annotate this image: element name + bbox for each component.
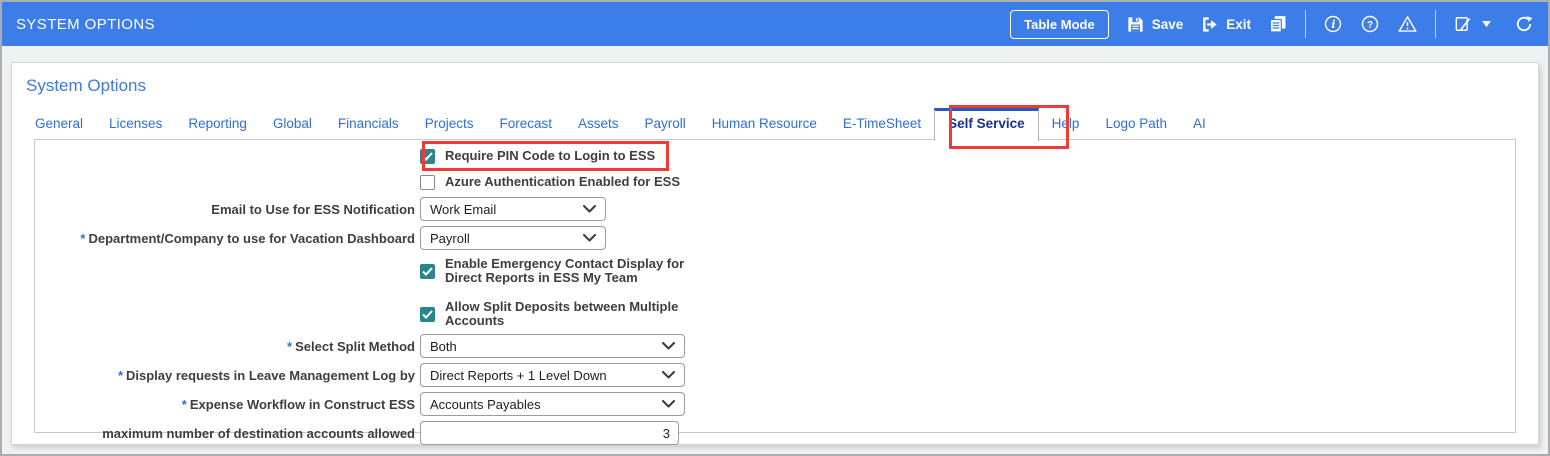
ess-email-label: Email to Use for ESS Notification <box>211 201 415 217</box>
vacation-dept-label: Department/Company to use for Vacation D… <box>88 230 415 246</box>
azure-auth-label: Azure Authentication Enabled for ESS <box>445 174 680 189</box>
edit-dropdown-caret[interactable] <box>1482 21 1491 27</box>
required-marker: * <box>117 367 124 383</box>
titlebar-divider <box>1305 10 1306 38</box>
split-method-label: Select Split Method <box>295 338 415 354</box>
warning-button[interactable] <box>1397 14 1418 34</box>
chevron-down-icon <box>662 342 675 350</box>
row-require-pin: Require PIN Code to Login to ESS <box>35 143 1515 169</box>
svg-text:?: ? <box>1367 20 1373 31</box>
tab-e-timesheet[interactable]: E-TimeSheet <box>830 109 934 140</box>
vacation-dept-value: Payroll <box>430 230 470 246</box>
row-azure-auth: Azure Authentication Enabled for ESS <box>35 171 1515 193</box>
emergency-contact-label: Enable Emergency Contact Display for Dir… <box>445 256 685 285</box>
leave-log-value: Direct Reports + 1 Level Down <box>430 367 607 383</box>
titlebar-divider <box>1435 10 1436 38</box>
refresh-icon <box>1514 14 1534 34</box>
window-title: SYSTEM OPTIONS <box>16 15 155 33</box>
row-ess-email: Email to Use for ESS Notification Work E… <box>35 197 1515 221</box>
save-label: Save <box>1151 16 1184 32</box>
tab-global[interactable]: Global <box>260 109 325 140</box>
self-service-tab-content: Require PIN Code to Login to ESS Azure A… <box>34 139 1516 445</box>
tab-general[interactable]: General <box>22 109 96 140</box>
copy-pages-icon <box>1268 14 1288 34</box>
refresh-button[interactable] <box>1514 14 1534 34</box>
exit-button[interactable]: Exit <box>1200 15 1251 34</box>
exit-icon <box>1200 15 1219 34</box>
tab-projects[interactable]: Projects <box>412 109 487 140</box>
system-options-window: SYSTEM OPTIONS Table Mode Save Exit i ? … <box>0 0 1550 456</box>
row-expense-workflow: * Expense Workflow in Construct ESS Accou… <box>35 392 1515 416</box>
expense-workflow-select[interactable]: Accounts Payables <box>420 392 685 416</box>
check-icon <box>422 266 433 276</box>
tab-assets[interactable]: Assets <box>565 109 632 140</box>
tab-licenses[interactable]: Licenses <box>96 109 175 140</box>
ess-email-select[interactable]: Work Email <box>420 197 606 221</box>
expense-workflow-value: Accounts Payables <box>430 396 541 412</box>
required-marker: * <box>80 230 86 246</box>
leave-log-select[interactable]: Direct Reports + 1 Level Down <box>420 363 685 387</box>
split-deposits-label: Allow Split Deposits between Multiple Ac… <box>445 299 679 328</box>
tab-forecast[interactable]: Forecast <box>486 109 565 140</box>
exit-label: Exit <box>1226 16 1251 32</box>
table-mode-button[interactable]: Table Mode <box>1010 9 1109 39</box>
tab-reporting[interactable]: Reporting <box>175 109 260 140</box>
split-method-select[interactable]: Both <box>420 334 685 358</box>
check-icon <box>422 151 433 161</box>
ess-email-value: Work Email <box>430 201 497 217</box>
max-accounts-label: maximum number of destination accounts a… <box>102 425 415 441</box>
expense-workflow-label: Expense Workflow in Construct ESS <box>189 396 415 412</box>
tab-bar: General Licenses Reporting Global Financ… <box>22 108 1538 141</box>
required-marker: * <box>287 338 293 354</box>
help-button[interactable]: ? <box>1360 14 1380 34</box>
save-icon <box>1126 15 1145 34</box>
tab-ai[interactable]: AI <box>1180 109 1219 140</box>
require-pin-checkbox[interactable] <box>420 148 435 164</box>
info-icon: i <box>1323 14 1343 34</box>
row-max-accounts: maximum number of destination accounts a… <box>35 421 1515 445</box>
require-pin-label: Require PIN Code to Login to ESS <box>445 148 656 163</box>
row-vacation-dept: * Department/Company to use for Vacation … <box>35 226 1515 250</box>
row-emergency-contact: Enable Emergency Contact Display for Dir… <box>35 256 1515 286</box>
check-icon <box>422 309 433 319</box>
split-method-value: Both <box>430 338 457 354</box>
help-icon: ? <box>1360 14 1380 34</box>
emergency-contact-checkbox[interactable] <box>420 263 435 279</box>
tab-self-service[interactable]: Self Service <box>934 108 1039 141</box>
edit-form-button[interactable] <box>1453 14 1473 34</box>
max-accounts-input[interactable] <box>420 421 679 445</box>
row-split-deposits: Allow Split Deposits between Multiple Ac… <box>35 299 1515 329</box>
tab-financials[interactable]: Financials <box>325 109 412 140</box>
chevron-down-icon <box>583 234 596 242</box>
svg-text:i: i <box>1331 18 1335 31</box>
titlebar-actions: Table Mode Save Exit i ? <box>1010 9 1534 39</box>
chevron-down-icon <box>662 400 675 408</box>
chevron-down-icon <box>662 371 675 379</box>
copy-pages-button[interactable] <box>1268 14 1288 34</box>
tab-human-resource[interactable]: Human Resource <box>699 109 830 140</box>
info-button[interactable]: i <box>1323 14 1343 34</box>
tab-help[interactable]: Help <box>1039 109 1093 140</box>
caret-down-icon <box>1482 21 1491 27</box>
row-split-method: * Select Split Method Both <box>35 334 1515 358</box>
system-options-panel: System Options General Licenses Reportin… <box>11 62 1539 445</box>
row-leave-log: * Display requests in Leave Management Lo… <box>35 363 1515 387</box>
edit-icon <box>1453 14 1473 34</box>
leave-log-label: Display requests in Leave Management Log… <box>126 367 415 383</box>
chevron-down-icon <box>583 205 596 213</box>
warning-icon <box>1397 14 1418 34</box>
titlebar: SYSTEM OPTIONS Table Mode Save Exit i ? <box>2 2 1548 46</box>
required-marker: * <box>181 396 187 412</box>
tab-payroll[interactable]: Payroll <box>632 109 699 140</box>
tab-logo-path[interactable]: Logo Path <box>1092 109 1180 140</box>
vacation-dept-select[interactable]: Payroll <box>420 226 606 250</box>
page-title: System Options <box>26 76 146 95</box>
azure-auth-checkbox[interactable] <box>420 174 435 190</box>
save-button[interactable]: Save <box>1126 15 1184 34</box>
split-deposits-checkbox[interactable] <box>420 306 435 322</box>
